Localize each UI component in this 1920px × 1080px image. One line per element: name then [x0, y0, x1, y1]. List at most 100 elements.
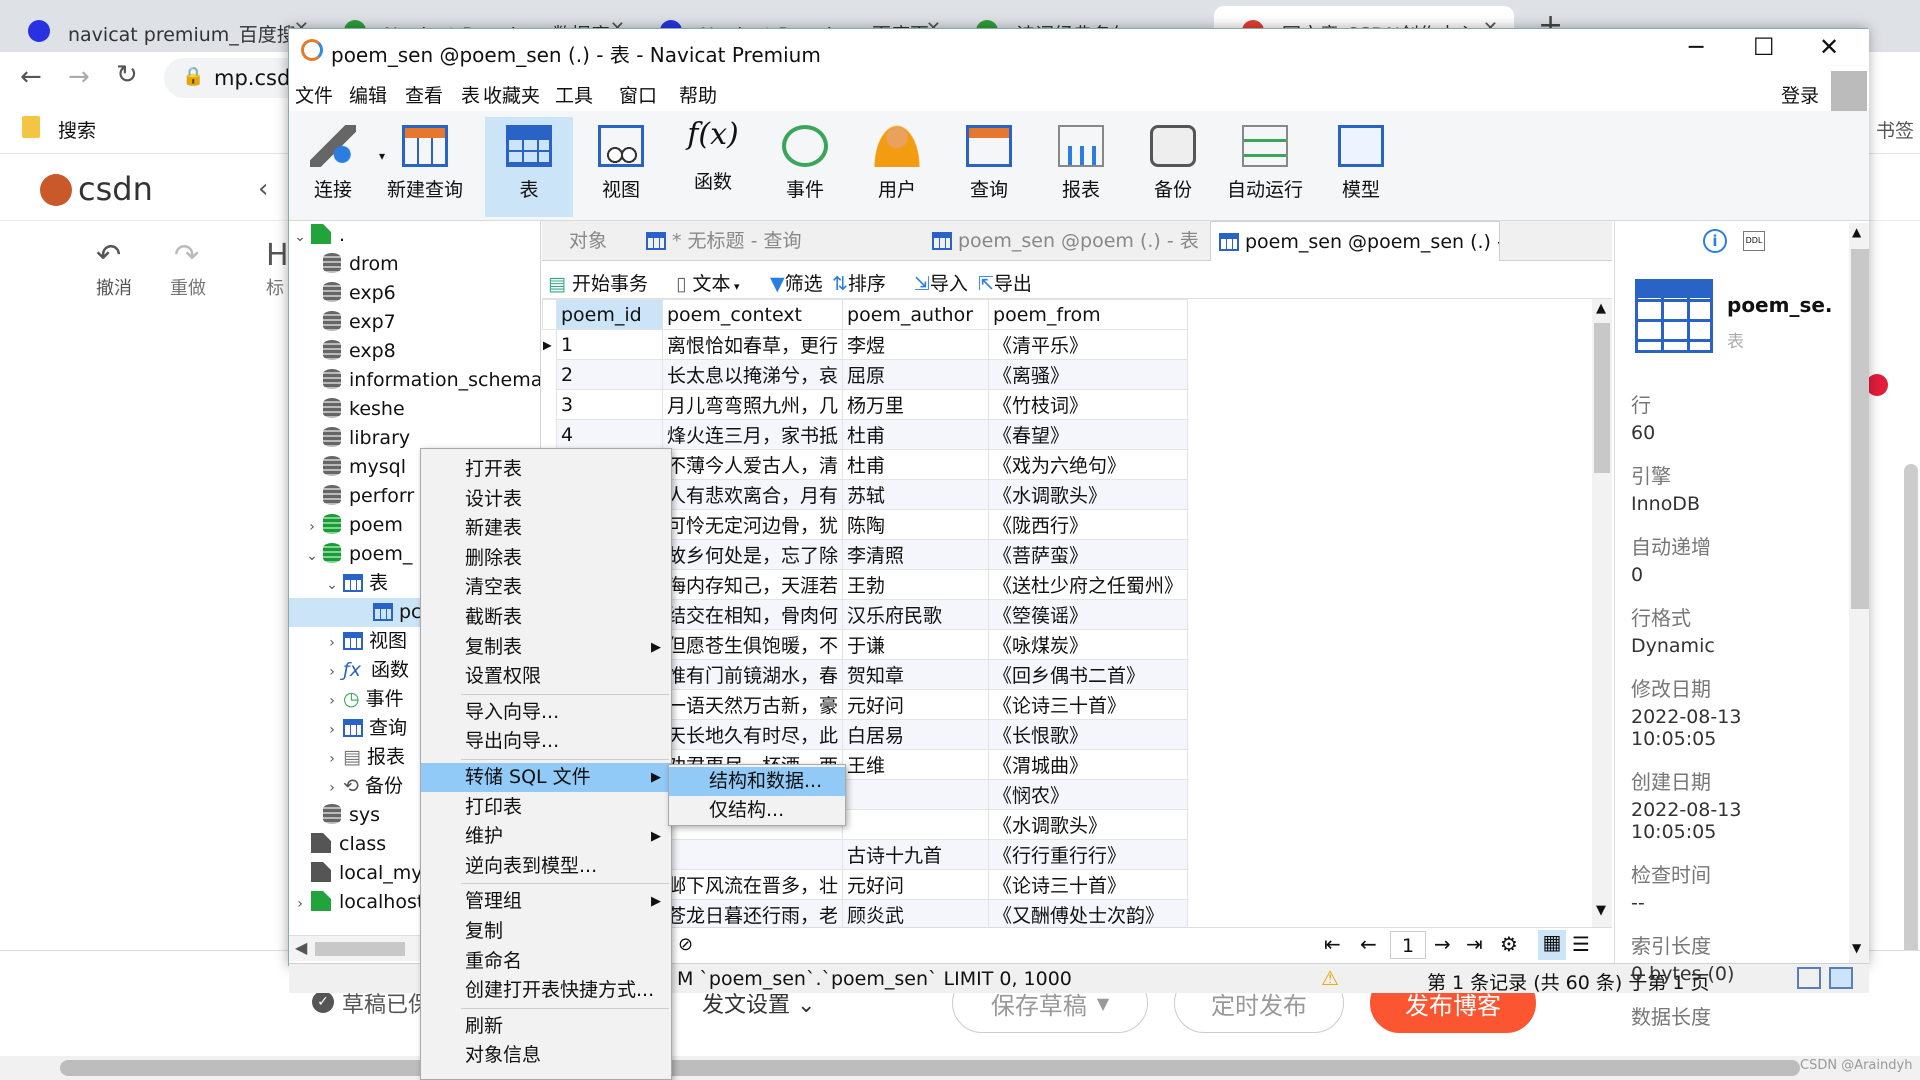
table-cell[interactable]: 可怜无定河边骨，犹: [661, 509, 844, 540]
menu-0[interactable]: 文件: [295, 81, 333, 108]
table-row[interactable]: 3 月儿弯弯照九州，几 杨万里 《竹枝词》: [542, 389, 1189, 420]
context-menu-item[interactable]: 对象信息: [421, 1041, 671, 1070]
tree-node[interactable]: information_schema: [289, 366, 540, 395]
scroll-left-icon[interactable]: ◀: [295, 938, 307, 957]
table-cell[interactable]: 杜甫: [842, 449, 990, 480]
table-cell[interactable]: 《回乡偶书二首》: [988, 659, 1189, 690]
submenu-item[interactable]: 仅结构...: [669, 796, 845, 825]
table-cell[interactable]: 《又酬傅处士次韵》: [988, 899, 1189, 929]
context-menu-item[interactable]: 刷新: [421, 1012, 671, 1041]
toolbar-table-button[interactable]: 表: [485, 117, 573, 217]
table-cell[interactable]: 海内存知己，天涯若: [661, 569, 844, 600]
tab-untitled-query[interactable]: * 无标题 - 查询: [638, 221, 918, 261]
sort-button[interactable]: ⇅排序: [832, 269, 886, 296]
toolbar-auto-run-button[interactable]: 自动运行: [1221, 117, 1309, 217]
toolbar-connection-plug-button[interactable]: 连接: [289, 117, 377, 217]
column-header[interactable]: poem_id: [556, 299, 663, 330]
context-menu-item[interactable]: 复制: [421, 917, 671, 946]
chevron-right-icon[interactable]: ›: [321, 629, 343, 658]
table-cell[interactable]: 《长恨歌》: [988, 719, 1189, 750]
chevron-right-icon[interactable]: ›: [321, 716, 343, 745]
ddl-icon[interactable]: DDL: [1743, 231, 1765, 251]
table-cell[interactable]: 4: [556, 419, 663, 450]
menu-6[interactable]: 窗口: [619, 81, 657, 108]
grid-vertical-scrollbar[interactable]: ▲ ▼: [1592, 299, 1612, 927]
toolbar-new-query-button[interactable]: 新建查询: [381, 117, 469, 217]
close-button[interactable]: ✕: [1819, 33, 1839, 61]
tree-node[interactable]: drom: [289, 250, 540, 279]
context-menu-item[interactable]: 导出向导...: [421, 727, 671, 756]
redo-icon[interactable]: ↷: [174, 238, 199, 273]
scroll-down-icon[interactable]: ▼: [1596, 903, 1606, 918]
context-menu-item[interactable]: 新建表: [421, 514, 671, 543]
table-cell[interactable]: 王勃: [842, 569, 990, 600]
context-menu-item[interactable]: 打印表: [421, 793, 671, 822]
scroll-thumb[interactable]: [315, 942, 405, 956]
browser-tab-0[interactable]: navicat premium_百度搜✕: [0, 6, 325, 52]
table-cell[interactable]: 故乡何处是，忘了除: [661, 539, 844, 570]
back-icon[interactable]: ←: [20, 62, 42, 92]
chevron-right-icon[interactable]: ›: [321, 745, 343, 774]
stop-icon[interactable]: ⊘: [678, 934, 693, 955]
reload-icon[interactable]: ↻: [116, 60, 138, 90]
tree-node[interactable]: exp6: [289, 279, 540, 308]
table-cell[interactable]: 烽火连三月，家书抵: [661, 419, 844, 450]
table-cell[interactable]: 《陇西行》: [988, 509, 1189, 540]
grid-view-icon[interactable]: ▦: [1538, 930, 1566, 960]
context-menu-item[interactable]: 重命名: [421, 947, 671, 976]
table-cell[interactable]: 《菩萨蛮》: [988, 539, 1189, 570]
table-cell[interactable]: 3: [556, 389, 663, 420]
table-cell[interactable]: 于谦: [842, 629, 990, 660]
table-row[interactable]: 2 长太息以掩涕兮，哀 屈原 《离骚》: [542, 359, 1189, 390]
column-header[interactable]: poem_author: [842, 299, 990, 330]
toolbar-clock-button[interactable]: 事件: [761, 117, 849, 217]
form-view-icon[interactable]: ☰: [1572, 932, 1590, 956]
table-cell[interactable]: 2: [556, 359, 663, 390]
table-cell[interactable]: 《箜篌谣》: [988, 599, 1189, 630]
connection-dropdown-icon[interactable]: ▾: [379, 149, 385, 163]
tree-node[interactable]: exp7: [289, 308, 540, 337]
context-menu-item[interactable]: 设计表: [421, 485, 671, 514]
context-menu-item[interactable]: 创建打开表快捷方式...: [421, 976, 671, 1005]
tab-objects[interactable]: 对象: [542, 221, 634, 261]
toolbar-query-button[interactable]: 查询: [945, 117, 1033, 217]
chevron-down-icon[interactable]: ⌄: [289, 223, 311, 252]
table-cell[interactable]: 汉乐府民歌: [842, 599, 990, 630]
menu-5[interactable]: 工具: [555, 81, 593, 108]
page-horizontal-scrollbar[interactable]: [0, 1056, 1920, 1080]
maximize-button[interactable]: ☐: [1753, 33, 1775, 61]
scroll-thumb[interactable]: [60, 1060, 1800, 1076]
filter-button[interactable]: ▼筛选: [770, 269, 823, 296]
table-cell[interactable]: 天长地久有时尽，此: [661, 719, 844, 750]
table-cell[interactable]: 李煜: [842, 329, 990, 360]
table-cell[interactable]: 《渭城曲》: [988, 749, 1189, 780]
column-header[interactable]: poem_context: [661, 299, 844, 330]
context-menu-item[interactable]: 清空表: [421, 573, 671, 602]
toolbar-view-button[interactable]: 视图: [577, 117, 665, 217]
menu-7[interactable]: 帮助: [679, 81, 717, 108]
tree-node[interactable]: exp8: [289, 337, 540, 366]
table-cell[interactable]: 月儿弯弯照九州，几: [661, 389, 844, 420]
context-menu-item[interactable]: 删除表: [421, 544, 671, 573]
column-header[interactable]: poem_from: [988, 299, 1189, 330]
text-button[interactable]: ▯ 文本 ▾: [676, 269, 740, 296]
scroll-down-icon[interactable]: ▼: [1852, 941, 1861, 955]
context-menu-item[interactable]: 维护 ▶: [421, 822, 671, 851]
table-cell[interactable]: 不薄今人爱古人，清: [661, 449, 844, 480]
login-link[interactable]: 登录: [1781, 81, 1819, 108]
table-cell[interactable]: 白居易: [842, 719, 990, 750]
table-cell[interactable]: 《论诗三十首》: [988, 869, 1189, 900]
table-cell[interactable]: 顾炎武: [842, 899, 990, 929]
table-cell[interactable]: 《咏煤炭》: [988, 629, 1189, 660]
table-row[interactable]: ▶ 1 离恨恰如春草，更行 李煜 《清平乐》: [542, 329, 1189, 360]
scroll-thumb[interactable]: [1594, 323, 1610, 473]
table-cell[interactable]: 《离骚》: [988, 359, 1189, 390]
first-page-icon[interactable]: ⇤: [1324, 932, 1341, 956]
toolbar-backup-button[interactable]: 备份: [1129, 117, 1217, 217]
table-cell[interactable]: 古诗十九首: [842, 839, 990, 870]
table-cell[interactable]: 贺知章: [842, 659, 990, 690]
table-cell[interactable]: 《水调歌头》: [988, 479, 1189, 510]
table-cell[interactable]: 《竹枝词》: [988, 389, 1189, 420]
undo-icon[interactable]: ↶: [96, 238, 121, 273]
settings-gear-icon[interactable]: ⚙: [1500, 932, 1518, 956]
